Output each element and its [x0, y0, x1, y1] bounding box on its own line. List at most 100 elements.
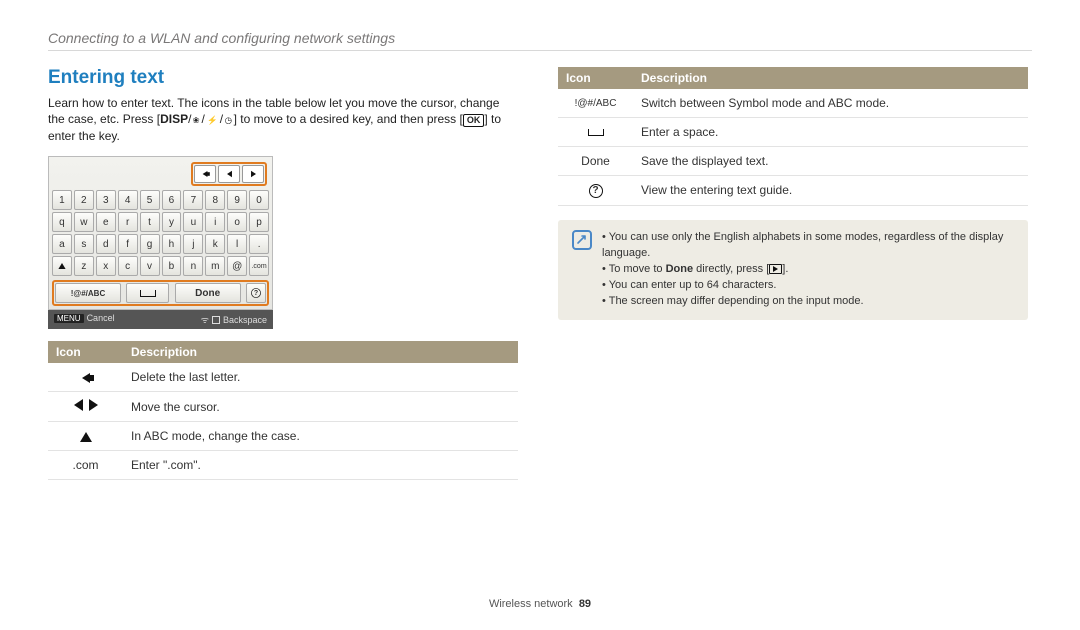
key-mode[interactable]: !@#/ABC: [55, 283, 121, 303]
table-row: Enter a space.: [558, 118, 1028, 147]
key-x[interactable]: x: [96, 256, 116, 276]
key-k[interactable]: k: [205, 234, 225, 254]
macro-down-icon: ❀: [193, 114, 200, 125]
key-y[interactable]: y: [162, 212, 182, 232]
key-2[interactable]: 2: [74, 190, 94, 210]
shift-icon: [80, 432, 92, 442]
key-5[interactable]: 5: [140, 190, 160, 210]
key-cursor-left[interactable]: [218, 165, 240, 183]
note-icon: [572, 230, 592, 250]
backspace-label: Backspace: [223, 315, 267, 325]
divider: [48, 50, 1032, 51]
table-row: .com Enter ".com".: [48, 451, 518, 480]
key-8[interactable]: 8: [205, 190, 225, 210]
mode-label: !@#/ABC: [558, 89, 633, 118]
key-0[interactable]: 0: [249, 190, 269, 210]
key-o[interactable]: o: [227, 212, 247, 232]
desc-cell: Save the displayed text.: [633, 147, 1028, 176]
key-done[interactable]: Done: [175, 283, 241, 303]
keyboard-rows: 1 2 3 4 5 6 7 8 9 0 q w e: [52, 188, 269, 280]
flash-icon: ⚡: [207, 114, 217, 125]
key-c[interactable]: c: [118, 256, 138, 276]
cancel-label: Cancel: [87, 313, 115, 323]
key-4[interactable]: 4: [118, 190, 138, 210]
table-row: !@#/ABC Switch between Symbol mode and A…: [558, 89, 1028, 118]
key-l[interactable]: l: [227, 234, 247, 254]
table-row: Done Save the displayed text.: [558, 147, 1028, 176]
done-bold: Done: [666, 263, 694, 275]
key-h[interactable]: h: [162, 234, 182, 254]
key-f[interactable]: f: [118, 234, 138, 254]
table-row: ? View the entering text guide.: [558, 176, 1028, 206]
desc-cell: Delete the last letter.: [123, 363, 518, 392]
key-e[interactable]: e: [96, 212, 116, 232]
key-t[interactable]: t: [140, 212, 160, 232]
keyboard-nav-highlight: [191, 162, 267, 186]
key-space[interactable]: [126, 283, 169, 303]
note-item: You can use only the English alphabets i…: [602, 230, 1014, 262]
menu-badge: MENU: [54, 314, 84, 323]
note-list: You can use only the English alphabets i…: [602, 230, 1014, 310]
keyboard-status-bar: MENUCancel ᯤ Backspace: [48, 310, 273, 329]
backspace-box-icon: [212, 316, 220, 324]
key-d[interactable]: d: [96, 234, 116, 254]
keyboard: 1 2 3 4 5 6 7 8 9 0 q w e: [48, 156, 273, 329]
footer-label: Wireless network: [489, 598, 573, 610]
desc-cell: Enter ".com".: [123, 451, 518, 480]
key-com[interactable]: .com: [249, 256, 269, 276]
ok-button-label: OK: [463, 114, 485, 127]
key-a[interactable]: a: [52, 234, 72, 254]
key-7[interactable]: 7: [183, 190, 203, 210]
timer-icon: ◷: [225, 114, 232, 125]
intro-text: Learn how to enter text. The icons in th…: [48, 95, 518, 144]
key-p[interactable]: p: [249, 212, 269, 232]
key-q[interactable]: q: [52, 212, 72, 232]
backspace-icon: [82, 373, 90, 383]
key-3[interactable]: 3: [96, 190, 116, 210]
key-j[interactable]: j: [183, 234, 203, 254]
key-s[interactable]: s: [74, 234, 94, 254]
key-cursor-right[interactable]: [242, 165, 264, 183]
note-item: You can enter up to 64 characters.: [602, 278, 1014, 294]
space-icon: [588, 129, 604, 136]
note-item: To move to Done directly, press [].: [602, 262, 1014, 278]
key-b[interactable]: b: [162, 256, 182, 276]
help-icon: ?: [589, 184, 603, 198]
key-g[interactable]: g: [140, 234, 160, 254]
icon-table-right: Icon Description !@#/ABC Switch between …: [558, 67, 1028, 206]
desc-cell: Move the cursor.: [123, 392, 518, 422]
key-6[interactable]: 6: [162, 190, 182, 210]
section-header: Connecting to a WLAN and configuring net…: [48, 30, 1032, 46]
key-i[interactable]: i: [205, 212, 225, 232]
key-help[interactable]: ?: [246, 283, 266, 303]
page-footer: Wireless network 89: [0, 598, 1080, 610]
play-button-icon: [769, 264, 782, 274]
desc-cell: View the entering text guide.: [633, 176, 1028, 206]
table-row: Delete the last letter.: [48, 363, 518, 392]
key-9[interactable]: 9: [227, 190, 247, 210]
done-label: Done: [558, 147, 633, 176]
wlan-icon: ᯤ: [201, 313, 209, 326]
table-row: In ABC mode, change the case.: [48, 422, 518, 451]
key-backspace[interactable]: [194, 165, 216, 183]
th-icon: Icon: [558, 67, 633, 89]
key-u[interactable]: u: [183, 212, 203, 232]
desc-cell: In ABC mode, change the case.: [123, 422, 518, 451]
key-v[interactable]: v: [140, 256, 160, 276]
key-at[interactable]: @: [227, 256, 247, 276]
keyboard-bottom-highlight: !@#/ABC Done ?: [52, 280, 269, 306]
key-w[interactable]: w: [74, 212, 94, 232]
key-shift[interactable]: [52, 256, 72, 276]
key-dot[interactable]: .: [249, 234, 269, 254]
icon-table-left: Icon Description Delete the last letter.…: [48, 341, 518, 480]
key-m[interactable]: m: [205, 256, 225, 276]
page-number: 89: [579, 598, 591, 610]
arrow-left-icon: [74, 399, 83, 411]
desc-cell: Switch between Symbol mode and ABC mode.: [633, 89, 1028, 118]
key-r[interactable]: r: [118, 212, 138, 232]
desc-cell: Enter a space.: [633, 118, 1028, 147]
key-n[interactable]: n: [183, 256, 203, 276]
cursor-icons: [74, 399, 98, 411]
key-z[interactable]: z: [74, 256, 94, 276]
key-1[interactable]: 1: [52, 190, 72, 210]
